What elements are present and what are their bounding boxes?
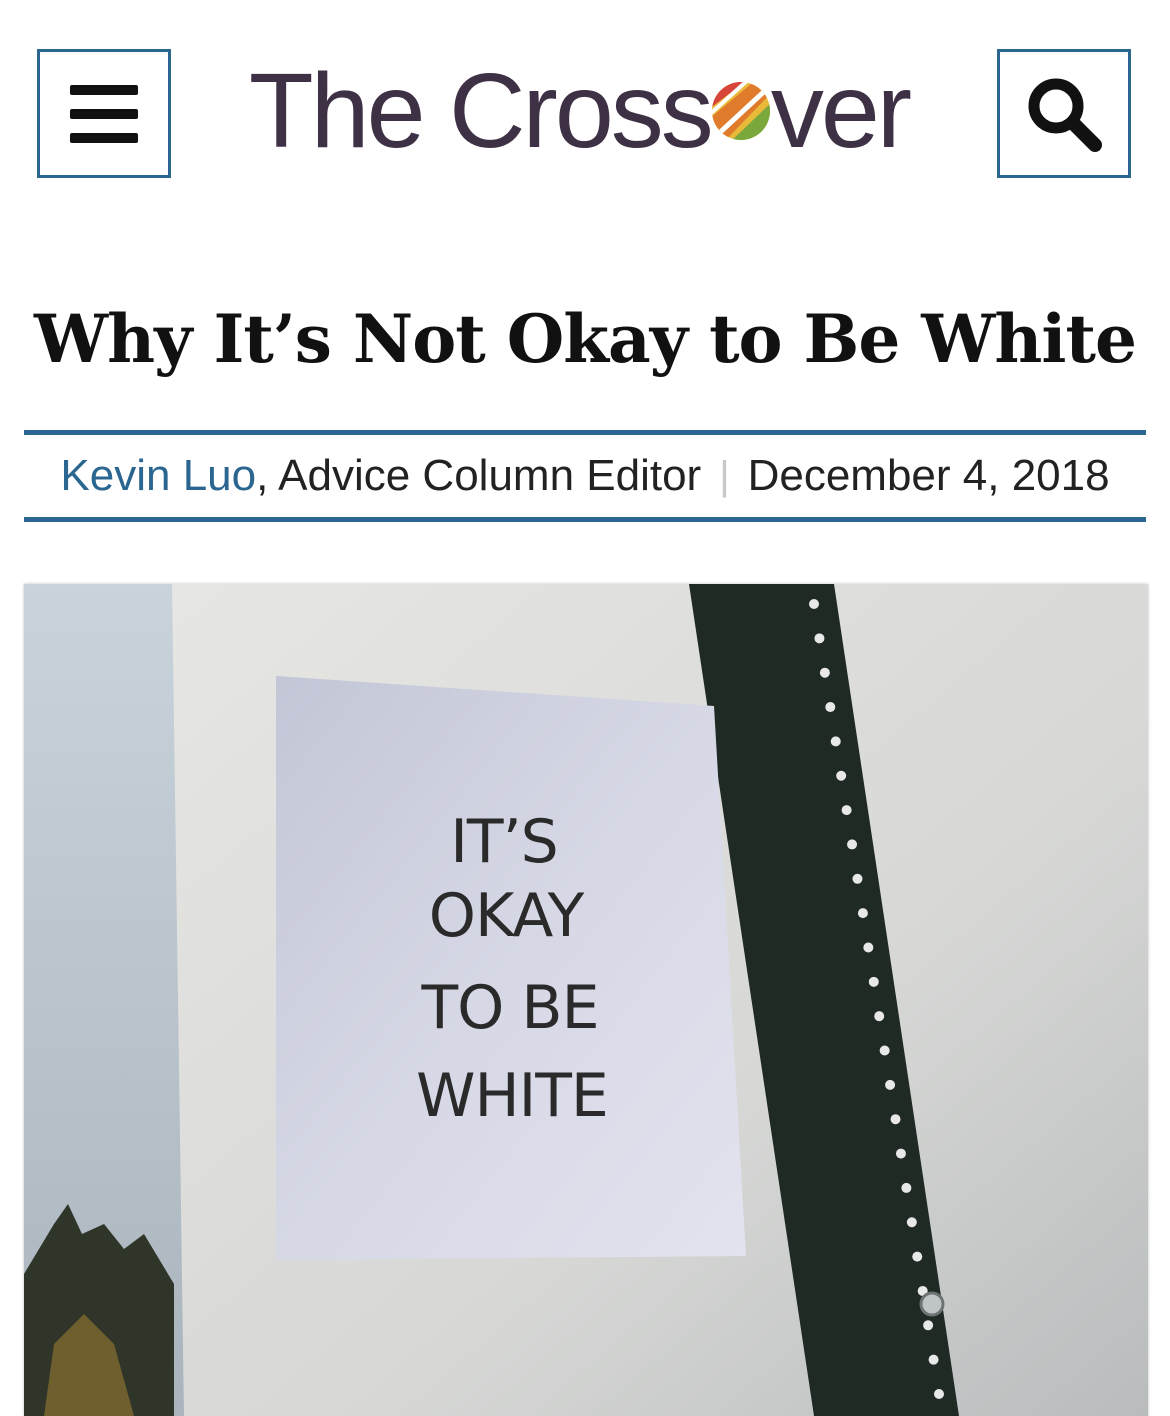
article-date: December 4, 2018: [747, 451, 1110, 500]
post-hole: [830, 736, 841, 747]
poster-line-3: TO BE: [420, 973, 598, 1043]
author-role: , Advice Column Editor: [256, 451, 702, 500]
post-hole: [923, 1320, 934, 1331]
article-byline: Kevin Luo , Advice Column Editor | Decem…: [24, 430, 1146, 522]
post-hole: [895, 1148, 906, 1159]
site-header: The Cross ver: [0, 0, 1170, 230]
logo-text-suffix: ver: [770, 51, 912, 170]
post-hole: [847, 839, 858, 850]
paper-poster: [276, 676, 746, 1260]
article-title: Why It’s Not Okay to Be White: [34, 300, 1137, 378]
post-hole: [928, 1354, 939, 1365]
byline-separator: |: [719, 453, 730, 498]
post-hole: [836, 770, 847, 781]
post-hole: [819, 667, 830, 678]
post-hole: [901, 1182, 912, 1193]
poster-line-4: WHITE: [416, 1061, 608, 1131]
post-hole: [912, 1251, 923, 1262]
search-icon: [1028, 78, 1102, 152]
hamburger-menu-icon: [70, 84, 138, 143]
post-hole: [934, 1389, 944, 1399]
logo-o-emblem-icon: [711, 82, 770, 140]
post-hole: [857, 908, 868, 919]
post-hole: [814, 633, 825, 644]
featured-image[interactable]: IT’S OKAY TO BE WHITE: [24, 584, 1148, 1416]
post-hole: [874, 1011, 885, 1022]
post-hole: [879, 1045, 890, 1056]
post-hole: [863, 942, 874, 953]
post-hole: [890, 1114, 901, 1125]
post-hole: [885, 1079, 896, 1090]
menu-button[interactable]: [37, 49, 171, 178]
featured-photo-illustration: IT’S OKAY TO BE WHITE: [24, 584, 1148, 1416]
author-link[interactable]: Kevin Luo: [60, 451, 256, 501]
post-hole: [809, 599, 819, 609]
bolt: [919, 1291, 945, 1317]
post-hole: [825, 702, 836, 713]
post-hole: [906, 1217, 917, 1228]
poster-line-2: OKAY: [429, 881, 585, 951]
poster-line-1: IT’S: [450, 807, 558, 877]
post-hole: [841, 805, 852, 816]
logo-text-prefix: The Cross: [248, 51, 714, 170]
site-logo[interactable]: The Cross ver: [218, 52, 940, 170]
post-hole: [868, 976, 879, 987]
search-button[interactable]: [997, 49, 1131, 178]
post-hole: [852, 873, 863, 884]
